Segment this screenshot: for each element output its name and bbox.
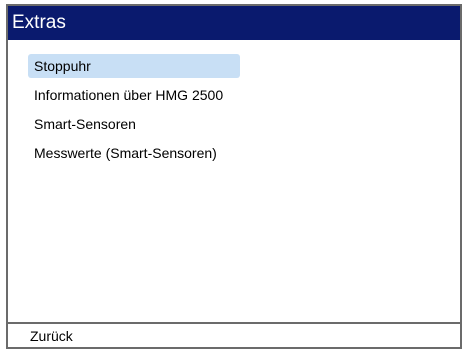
menu-item-messwerte[interactable]: Messwerte (Smart-Sensoren) <box>28 141 240 165</box>
window-title: Extras <box>8 6 460 40</box>
back-button[interactable]: Zurück <box>30 324 73 347</box>
menu-item-informationen[interactable]: Informationen über HMG 2500 <box>28 83 240 107</box>
footer-bar: Zurück <box>8 322 460 347</box>
menu-item-stoppuhr[interactable]: Stoppuhr <box>28 54 240 78</box>
menu-item-smart-sensoren[interactable]: Smart-Sensoren <box>28 112 240 136</box>
extras-menu: Stoppuhr Informationen über HMG 2500 Sma… <box>28 54 448 170</box>
extras-window: Extras Stoppuhr Informationen über HMG 2… <box>6 4 462 349</box>
